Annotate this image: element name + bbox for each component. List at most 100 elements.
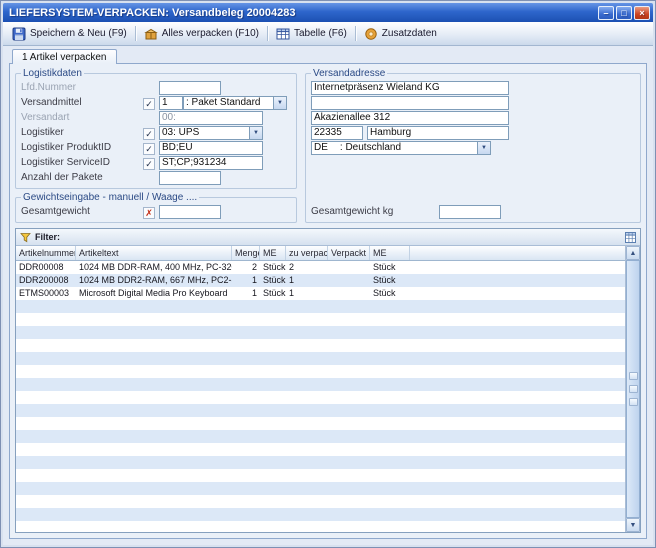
table-row[interactable] xyxy=(16,417,625,430)
table-cell xyxy=(16,300,76,313)
table-row[interactable]: ETMS00003Microsoft Digital Media Pro Key… xyxy=(16,287,625,300)
scroll-up-icon[interactable]: ▲ xyxy=(626,246,640,260)
table-cell xyxy=(328,443,370,456)
table-row[interactable] xyxy=(16,352,625,365)
column-header-me[interactable]: ME xyxy=(260,246,286,260)
table-cell xyxy=(260,391,286,404)
table-cell xyxy=(328,287,370,300)
column-header-menge[interactable]: Menge xyxy=(232,246,260,260)
address-column: Versandadresse xyxy=(305,68,641,223)
table-row[interactable] xyxy=(16,404,625,417)
table-row[interactable]: DDR000081024 MB DDR-RAM, 400 MHz, PC-320… xyxy=(16,261,625,274)
table-cell xyxy=(328,261,370,274)
dropdown-arrow-icon[interactable]: ▼ xyxy=(249,127,262,139)
produkt-id-input[interactable] xyxy=(159,141,263,155)
versandart-input[interactable] xyxy=(159,111,263,125)
close-button[interactable]: × xyxy=(634,6,650,20)
save-new-button[interactable]: Speichern & Neu (F9) xyxy=(7,24,132,44)
table-row[interactable] xyxy=(16,326,625,339)
extra-data-button[interactable]: Zusatzdaten xyxy=(359,24,442,44)
table-cell xyxy=(16,378,76,391)
filter-bar-right xyxy=(625,232,636,243)
pack-all-button[interactable]: Alles verpacken (F10) xyxy=(139,24,264,44)
column-header-me2[interactable]: ME xyxy=(370,246,410,260)
table-cell xyxy=(370,482,410,495)
table-row[interactable] xyxy=(16,495,625,508)
table-cell-filler xyxy=(410,495,625,508)
table-cell xyxy=(260,365,286,378)
table-cell xyxy=(76,313,232,326)
table-cell xyxy=(76,339,232,352)
column-header-artikeltext[interactable]: Artikeltext xyxy=(76,246,232,260)
filter-funnel-icon[interactable] xyxy=(20,232,31,243)
versandmittel-code-input[interactable] xyxy=(159,96,183,110)
form-area: Logistikdaten Lfd.Nummer Versandmittel ✓… xyxy=(15,68,641,223)
table-row[interactable] xyxy=(16,521,625,532)
table-cell xyxy=(328,274,370,287)
table-row[interactable] xyxy=(16,378,625,391)
table-row[interactable] xyxy=(16,339,625,352)
dropdown-arrow-icon[interactable]: ▼ xyxy=(273,97,286,109)
dropdown-arrow-icon[interactable]: ▼ xyxy=(477,142,490,154)
logistikdaten-group: Logistikdaten Lfd.Nummer Versandmittel ✓… xyxy=(15,68,297,189)
logistikdaten-title: Logistikdaten xyxy=(21,68,84,79)
table-cell xyxy=(232,430,260,443)
lfd-nummer-input[interactable] xyxy=(159,81,221,95)
table-cell xyxy=(328,469,370,482)
maximize-button[interactable]: □ xyxy=(616,6,632,20)
table-row[interactable] xyxy=(16,456,625,469)
table-button[interactable]: Tabelle (F6) xyxy=(271,24,352,44)
gesamtgewicht-row: Gesamtgewicht ✗ xyxy=(21,204,291,219)
tab-artikel-verpacken[interactable]: 1 Artikel verpacken xyxy=(12,49,117,64)
table-row[interactable] xyxy=(16,391,625,404)
anzahl-pakete-input[interactable] xyxy=(159,171,221,185)
scrollbar-track[interactable] xyxy=(626,260,640,518)
column-header-verpackt[interactable]: Verpackt xyxy=(328,246,370,260)
table-cell xyxy=(286,378,328,391)
vertical-scrollbar[interactable]: ▲ ▼ xyxy=(625,246,640,532)
service-id-check-icon[interactable]: ✓ xyxy=(143,158,155,170)
address-city-input[interactable] xyxy=(367,126,509,140)
toolbar-separator xyxy=(135,26,136,41)
gesamtgewicht-input[interactable] xyxy=(159,205,221,219)
column-header-zu-verpacken[interactable]: zu verpacke xyxy=(286,246,328,260)
table-cell-filler xyxy=(410,508,625,521)
produkt-id-label: Logistiker ProduktID xyxy=(21,142,143,153)
scrollbar-thumb[interactable] xyxy=(626,260,640,518)
table-row[interactable]: DDR2000081024 MB DDR2-RAM, 667 MHz, PC2-… xyxy=(16,274,625,287)
service-id-input[interactable] xyxy=(159,156,263,170)
logistiker-combo[interactable]: 03: UPS ▼ xyxy=(159,126,263,140)
country-combo[interactable]: DE: Deutschland ▼ xyxy=(311,141,491,155)
table-row[interactable] xyxy=(16,482,625,495)
gesamtgewicht-kg-input[interactable] xyxy=(439,205,501,219)
titlebar[interactable]: LIEFERSYSTEM-VERPACKEN: Versandbeleg 200… xyxy=(3,3,653,22)
versandmittel-combo[interactable]: : Paket Standard ▼ xyxy=(183,96,287,110)
table-cell xyxy=(260,339,286,352)
table-cell-filler xyxy=(410,482,625,495)
table-row[interactable] xyxy=(16,313,625,326)
gesamtgewicht-cross-icon[interactable]: ✗ xyxy=(143,207,155,219)
address-zip-input[interactable] xyxy=(311,126,363,140)
table-cell xyxy=(76,482,232,495)
table-cell xyxy=(260,456,286,469)
table-row[interactable] xyxy=(16,430,625,443)
address-street-input[interactable] xyxy=(311,111,509,125)
scroll-down-icon[interactable]: ▼ xyxy=(626,518,640,532)
table-row[interactable] xyxy=(16,365,625,378)
table-cell-filler xyxy=(410,274,625,287)
table-row[interactable] xyxy=(16,508,625,521)
address-name2-input[interactable] xyxy=(311,96,509,110)
table-cell: Stück xyxy=(370,287,410,300)
table-cell xyxy=(16,352,76,365)
field-chooser-icon[interactable] xyxy=(625,232,636,243)
minimize-button[interactable]: – xyxy=(598,6,614,20)
table-row[interactable] xyxy=(16,300,625,313)
table-cell: Microsoft Digital Media Pro Keyboard xyxy=(76,287,232,300)
table-cell xyxy=(286,300,328,313)
versandmittel-check-icon[interactable]: ✓ xyxy=(143,98,155,110)
table-row[interactable] xyxy=(16,469,625,482)
column-header-artikelnummer[interactable]: Artikelnummer xyxy=(16,246,76,260)
table-cell xyxy=(328,300,370,313)
table-row[interactable] xyxy=(16,443,625,456)
address-name-input[interactable] xyxy=(311,81,509,95)
